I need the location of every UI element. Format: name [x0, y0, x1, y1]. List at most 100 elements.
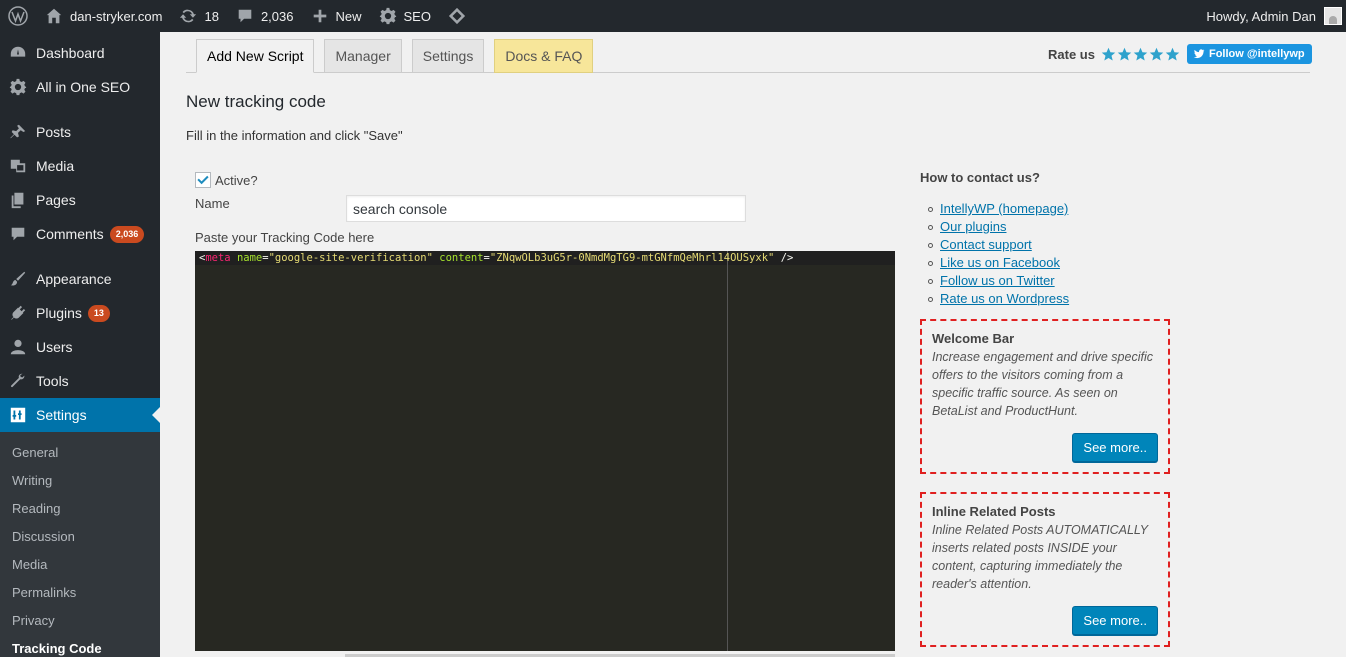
code-attr-name: content — [439, 252, 484, 264]
list-item: Like us on Facebook — [928, 254, 1069, 272]
promo-text: Inline Related Posts AUTOMATICALLY inser… — [932, 523, 1148, 591]
star-icon — [1117, 47, 1132, 62]
name-label: Name — [195, 196, 230, 211]
howdy-text: Howdy, Admin Dan — [1206, 8, 1316, 24]
promo-welcome-bar: Welcome Bar Increase engagement and driv… — [920, 319, 1170, 474]
star-icon — [1133, 47, 1148, 62]
submenu-discussion[interactable]: Discussion — [0, 523, 160, 551]
sidebar-item-comments[interactable]: Comments 2,036 — [0, 217, 160, 251]
comments-menu[interactable]: 2,036 — [227, 0, 302, 32]
wrench-icon — [8, 371, 28, 391]
list-item: Follow us on Twitter — [928, 272, 1069, 290]
sidebar-item-media[interactable]: Media — [0, 149, 160, 183]
avatar — [1324, 7, 1342, 25]
updates-count: 18 — [204, 8, 219, 24]
submenu-privacy[interactable]: Privacy — [0, 607, 160, 635]
tab-settings[interactable]: Settings — [411, 39, 485, 73]
page-description: Fill in the information and click "Save" — [186, 128, 403, 143]
admin-sidebar: Dashboard All in One SEO Posts Media Pag… — [0, 32, 160, 657]
gear-icon — [8, 77, 28, 97]
see-more-button[interactable]: See more.. — [1072, 433, 1158, 462]
submenu-media[interactable]: Media — [0, 551, 160, 579]
print-margin-line — [727, 251, 728, 651]
active-checkbox-row: Active? — [195, 172, 258, 188]
code-tag: meta — [205, 252, 231, 264]
site-name: dan-stryker.com — [70, 8, 163, 24]
sidebar-item-plugins[interactable]: Plugins 13 — [0, 296, 160, 330]
plugin-diamond-menu[interactable] — [439, 0, 481, 32]
submenu-writing[interactable]: Writing — [0, 467, 160, 495]
submenu-general[interactable]: General — [0, 439, 160, 467]
submenu-tracking-code[interactable]: Tracking Code — [0, 635, 160, 657]
link-rate-wordpress[interactable]: Rate us on Wordpress — [940, 290, 1069, 308]
tab-add-new-script[interactable]: Add New Script — [196, 39, 315, 73]
new-content-menu[interactable]: New — [302, 0, 370, 32]
link-contact-support[interactable]: Contact support — [940, 236, 1032, 254]
promo-inline-related-posts: Inline Related Posts Inline Related Post… — [920, 492, 1170, 647]
pages-icon — [8, 190, 28, 210]
submenu-reading[interactable]: Reading — [0, 495, 160, 523]
sidebar-item-posts[interactable]: Posts — [0, 115, 160, 149]
sidebar-item-label: Settings — [36, 407, 87, 423]
tracking-code-editor[interactable]: <meta name="google-site-verification" co… — [195, 251, 895, 651]
pin-icon — [8, 122, 28, 142]
code-attr-value: "google-site-verification" — [268, 252, 433, 264]
new-label: New — [335, 8, 362, 24]
gear-icon — [378, 6, 398, 26]
comment-bubble-icon — [235, 6, 255, 26]
sidebar-item-tools[interactable]: Tools — [0, 364, 160, 398]
name-input[interactable] — [346, 195, 746, 222]
updates-menu[interactable]: 18 — [170, 0, 226, 32]
list-item: IntellyWP (homepage) — [928, 200, 1069, 218]
list-item: Our plugins — [928, 218, 1069, 236]
star-icon — [1165, 47, 1180, 62]
sidebar-item-settings[interactable]: Settings — [0, 398, 160, 432]
seo-menu[interactable]: SEO — [370, 0, 439, 32]
comments-count: 2,036 — [260, 8, 294, 24]
user-icon — [8, 337, 28, 357]
link-homepage[interactable]: IntellyWP (homepage) — [940, 200, 1068, 218]
tab-manager[interactable]: Manager — [324, 39, 402, 73]
active-checkbox[interactable] — [195, 172, 211, 188]
rating-stars[interactable] — [1101, 47, 1181, 62]
star-icon — [1101, 47, 1116, 62]
submenu-permalinks[interactable]: Permalinks — [0, 579, 160, 607]
twitter-bird-icon — [1193, 49, 1205, 59]
sidebar-item-appearance[interactable]: Appearance — [0, 262, 160, 296]
wordpress-logo-icon — [7, 5, 29, 27]
sidebar-item-label: Plugins — [36, 305, 82, 321]
list-item: Rate us on Wordpress — [928, 290, 1069, 308]
sidebar-item-pages[interactable]: Pages — [0, 183, 160, 217]
sidebar-item-dashboard[interactable]: Dashboard — [0, 36, 160, 70]
my-account-menu[interactable]: Howdy, Admin Dan — [1206, 0, 1342, 32]
link-twitter[interactable]: Follow us on Twitter — [940, 272, 1055, 290]
plugin-icon — [8, 303, 28, 323]
see-more-button[interactable]: See more.. — [1072, 606, 1158, 635]
twitter-follow-button[interactable]: Follow @intellywp — [1186, 44, 1312, 64]
home-icon — [44, 6, 64, 26]
sidebar-item-all-in-one-seo[interactable]: All in One SEO — [0, 70, 160, 104]
comments-badge: 2,036 — [109, 225, 145, 243]
promo-title: Inline Related Posts — [932, 504, 1056, 519]
comment-icon — [8, 224, 28, 244]
sidebar-item-users[interactable]: Users — [0, 330, 160, 364]
updates-icon — [178, 6, 198, 26]
link-facebook[interactable]: Like us on Facebook — [940, 254, 1060, 272]
wordpress-logo-menu[interactable] — [0, 0, 36, 32]
seo-label: SEO — [403, 8, 431, 24]
tab-docs-faq[interactable]: Docs & FAQ — [494, 39, 594, 73]
sidebar-item-label: Dashboard — [36, 45, 105, 61]
dashboard-icon — [8, 43, 28, 63]
list-item: Contact support — [928, 236, 1069, 254]
sidebar-item-label: Users — [36, 339, 73, 355]
sidebar-item-label: Posts — [36, 124, 72, 140]
link-our-plugins[interactable]: Our plugins — [940, 218, 1006, 236]
promo-title: Welcome Bar — [932, 331, 1015, 346]
settings-submenu: General Writing Reading Discussion Media… — [0, 432, 160, 657]
sidebar-item-label: Comments — [36, 226, 104, 242]
twitter-follow-label: Follow @intellywp — [1208, 48, 1305, 60]
sidebar-item-label: All in One SEO — [36, 79, 131, 95]
brush-icon — [8, 269, 28, 289]
site-name-menu[interactable]: dan-stryker.com — [36, 0, 170, 32]
plugins-badge: 13 — [87, 304, 110, 322]
